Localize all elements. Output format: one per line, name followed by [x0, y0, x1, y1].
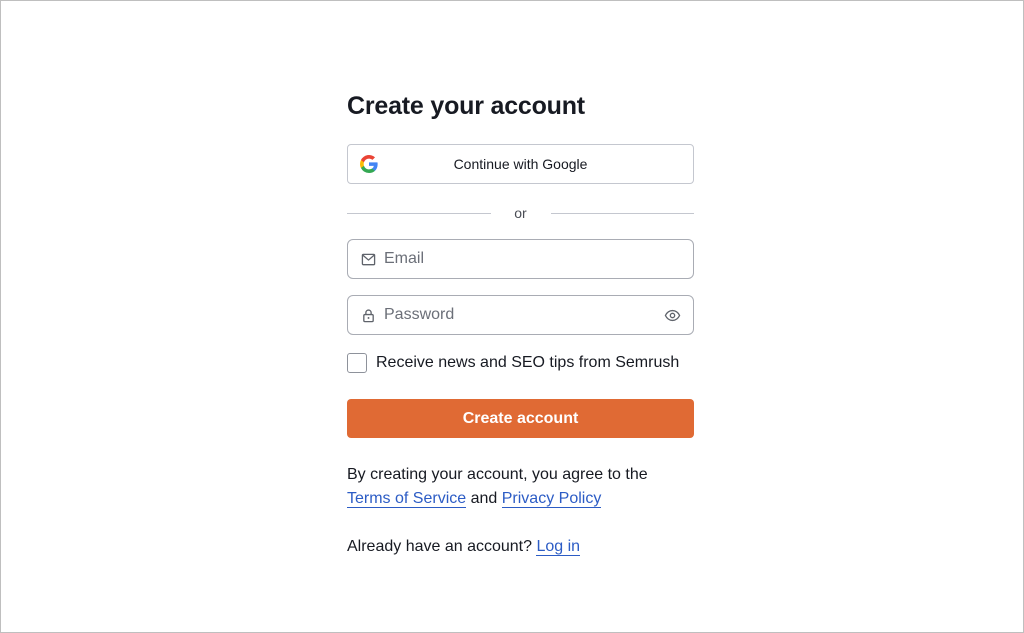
- email-field: [347, 239, 694, 279]
- or-divider: or: [347, 203, 694, 223]
- log-in-link[interactable]: Log in: [536, 538, 581, 556]
- email-input[interactable]: [384, 240, 654, 278]
- google-button-label: Continue with Google: [453, 156, 588, 172]
- create-account-button[interactable]: Create account: [347, 399, 694, 438]
- newsletter-checkbox[interactable]: [347, 353, 367, 373]
- terms-of-service-link[interactable]: Terms of Service: [347, 490, 467, 508]
- login-prompt-text: Already have an account?: [347, 538, 533, 555]
- divider-line-left: [347, 212, 491, 214]
- page-frame: Create your account Continue with Google…: [0, 0, 1024, 633]
- password-input[interactable]: [384, 296, 654, 334]
- mail-icon: [361, 253, 376, 266]
- signup-form: Create your account Continue with Google…: [347, 87, 694, 556]
- continue-with-google-button[interactable]: Continue with Google: [347, 144, 694, 184]
- divider-line-right: [550, 212, 694, 214]
- newsletter-option: Receive news and SEO tips from Semrush: [347, 352, 679, 374]
- divider-text: or: [514, 205, 527, 221]
- newsletter-label[interactable]: Receive news and SEO tips from Semrush: [376, 354, 679, 372]
- terms-notice: By creating your account, you agree to t…: [347, 463, 694, 511]
- eye-icon[interactable]: [664, 307, 681, 324]
- google-g-icon: [360, 155, 378, 173]
- lock-icon: [363, 309, 374, 323]
- login-prompt: Already have an account? Log in: [347, 535, 694, 559]
- terms-prefix: By creating your account, you agree to t…: [347, 466, 648, 483]
- page-title: Create your account: [347, 92, 585, 120]
- password-field: [347, 295, 694, 335]
- terms-conjunction: and: [470, 490, 498, 507]
- privacy-policy-link[interactable]: Privacy Policy: [501, 490, 602, 508]
